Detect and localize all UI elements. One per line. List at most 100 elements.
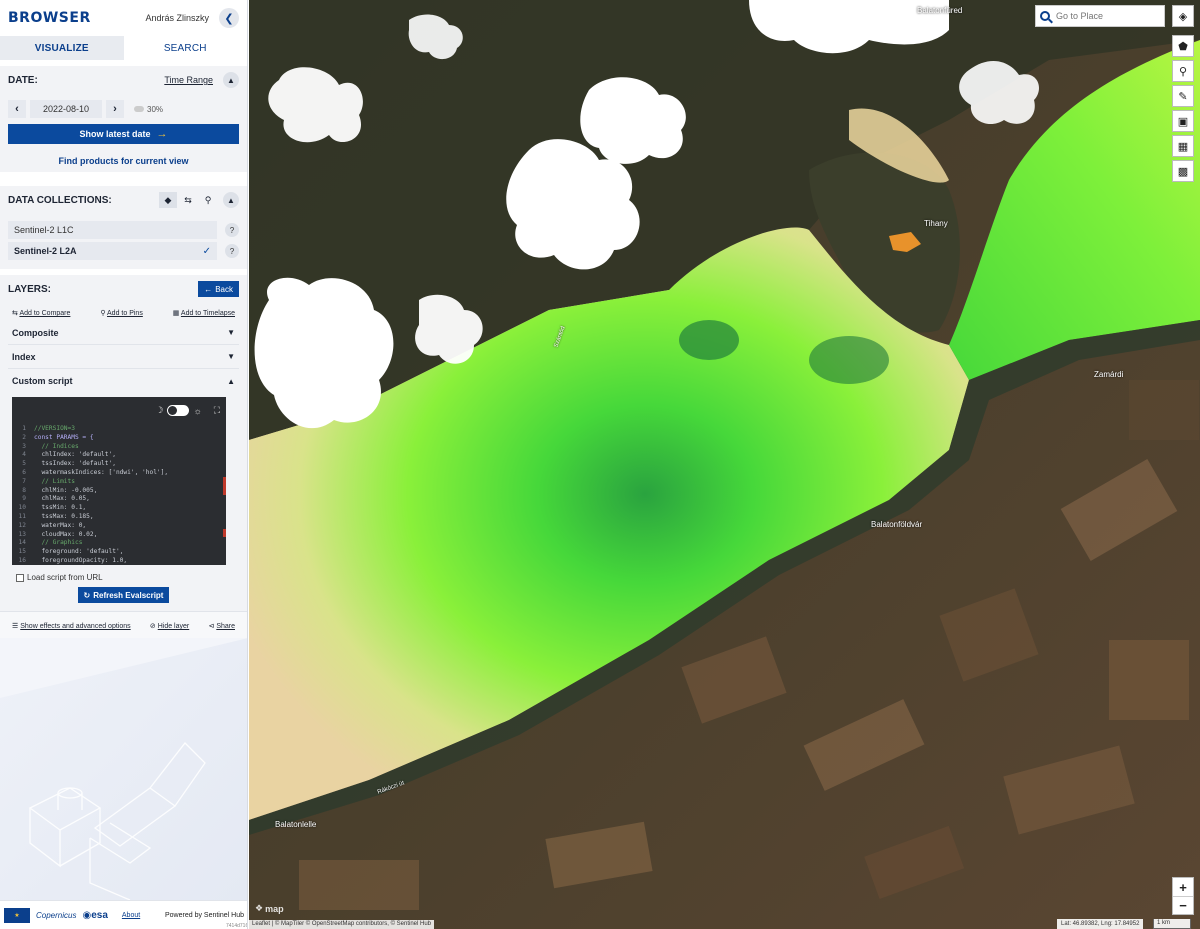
cursor-coordinates: Lat: 46.89382, Lng: 17.84952 [1057,919,1144,929]
layers-section-header: LAYERS: ← Back [0,275,247,303]
show-latest-date-button[interactable]: Show latest date → [8,124,239,144]
code-line: 8 chlMin: -0.005, [12,487,226,496]
collapse-date-button[interactable]: ▲ [223,72,239,88]
line-number: 13 [18,530,26,538]
date-input[interactable]: 2022-08-10 [30,100,102,118]
layers-button[interactable]: ◈ [1172,5,1194,27]
add-to-pins-button[interactable]: ⚲ Add to Pins [100,309,143,317]
user-name[interactable]: András Zlinszky [145,13,209,23]
line-number: 12 [18,521,26,529]
tab-search[interactable]: SEARCH [124,36,248,60]
chevron-up-icon: ▲ [227,195,235,205]
zoom-in-button[interactable]: + [1173,878,1193,896]
line-number: 4 [22,451,26,459]
line-code: foreground: 'default', [34,548,124,556]
collapse-sidebar-button[interactable]: ❮ [219,8,239,28]
load-script-url[interactable]: Load script from URL [0,565,247,582]
zoom-out-button[interactable]: − [1173,896,1193,914]
measure-button[interactable]: ✎ [1172,85,1194,107]
previous-date-button[interactable]: ‹ [8,100,26,118]
draw-polygon-button[interactable]: ⬟ [1172,35,1194,57]
collection-sentinel-2-l1c[interactable]: Sentinel-2 L1C [8,221,217,239]
map-attribution[interactable]: Leaflet | © MapTiler © OpenStreetMap con… [249,920,435,929]
pin-icon: ⚲ [100,310,106,317]
timelapse-button[interactable]: ▦ [1172,135,1194,157]
cloud-coverage[interactable]: 30% [134,105,163,114]
date-section-header: DATE: Time Range ▲ [0,66,247,94]
share-button[interactable]: ⊲ Share [208,622,235,630]
eye-slash-icon: ⊘ [149,623,156,630]
line-code: chlIndex: 'default', [34,451,116,459]
place-search-input[interactable] [1056,11,1146,21]
editor-scroll-marker [223,477,226,495]
refresh-icon: ↻ [83,590,91,600]
code-line: 16 foregroundOpacity: 1.0, [12,557,226,565]
load-url-checkbox[interactable] [16,573,24,582]
map-marker-icon: ⚲ [1178,65,1188,78]
find-products-link[interactable]: Find products for current view [0,156,247,166]
accordion-label: Composite [12,327,59,338]
help-icon[interactable]: ? [225,244,239,258]
line-code: waterMax: 0, [34,521,87,529]
place-search[interactable] [1035,5,1165,27]
line-number: 2 [22,433,26,441]
add-to-compare-button[interactable]: ⇆ Add to Compare [12,309,70,317]
code-content[interactable]: 1 //VERSION=3 2 const PARAMS = {3 // Indice… [12,425,226,565]
show-effects-button[interactable]: ☰ Show effects and advanced options [12,622,131,630]
maptiler-logo[interactable]: ❖ map [255,903,284,914]
editor-scroll-marker [223,529,226,537]
line-number: 6 [22,468,26,476]
eu-flag-icon: ★ [4,907,30,923]
collapse-collections-button[interactable]: ▲ [223,192,239,208]
layer-bottom-actions: ☰ Show effects and advanced options ⊘ Hi… [0,611,247,640]
tab-visualize[interactable]: VISUALIZE [0,36,124,60]
hide-layer-button[interactable]: ⊘ Hide layer [150,622,189,630]
place-label: Tihany [924,219,948,228]
esa-logo[interactable]: ◉esa [82,910,107,921]
editor-toolbar: ☽ ☼ ⛶ [155,405,220,416]
layers-title: LAYERS: [8,283,51,295]
layers-view-button[interactable]: ◆ [159,192,177,208]
code-line: 2 const PARAMS = { [12,434,226,443]
layer-actions: ⇆ Add to Compare ⚲ Add to Pins ▦ Add to … [0,303,247,321]
line-code: tssMax: 0.185, [34,512,94,520]
pins-view-button[interactable]: ⚲ [199,192,217,208]
accordion-index[interactable]: Index ▼ [8,345,239,369]
code-editor[interactable]: ☽ ☼ ⛶ 1 //VERSION=3 2 const PARAMS = {3 // … [12,397,226,565]
line-number: 3 [22,442,26,450]
date-panel: ‹ 2022-08-10 › 30% Show latest date → Fi… [0,94,247,172]
copernicus-logo[interactable]: Copernicus [36,911,76,920]
code-line: 3 // Indices [12,443,226,452]
add-to-timelapse-button[interactable]: ▦ Add to Timelapse [173,309,235,317]
back-button[interactable]: ← Back [198,281,239,297]
code-line: 1 //VERSION=3 [12,425,226,434]
line-number: 15 [18,548,26,556]
line-code: tssMin: 0.1, [34,504,87,512]
place-label: Balatonföldvár [871,520,923,529]
refresh-evalscript-button[interactable]: ↻ Refresh Evalscript [77,587,170,603]
time-range-link[interactable]: Time Range [164,75,213,85]
help-icon[interactable]: ? [225,223,239,237]
swap-icon: ⇆ [184,194,192,205]
statistics-button[interactable]: ▩ [1172,160,1194,182]
line-number: 1 [22,425,26,432]
map-view[interactable]: Balatonfüred Tihany Szántód Zamárdi Bala… [249,0,1200,929]
next-date-button[interactable]: › [106,100,124,118]
accordion-composite[interactable]: Composite ▼ [8,321,239,345]
compare-view-button[interactable]: ⇆ [179,192,197,208]
date-title: DATE: [8,74,38,86]
cloud-coverage-value: 30% [147,104,164,114]
line-code: //VERSION=3 [34,425,75,432]
theme-toggle[interactable] [167,405,190,416]
location-button[interactable]: ⚲ [1172,60,1194,82]
fullscreen-icon[interactable]: ⛶ [214,405,220,416]
about-link[interactable]: About [122,912,140,919]
moon-icon: ☽ [155,405,164,415]
code-line: 10 tssMin: 0.1, [12,504,226,513]
collections-list: Sentinel-2 L1C ? Sentinel-2 L2A ✓ ? [0,214,247,269]
line-number: 5 [22,460,26,468]
accordion-custom-script[interactable]: Custom script ▲ [8,369,239,393]
collection-sentinel-2-l2a[interactable]: Sentinel-2 L2A ✓ [8,242,217,260]
download-image-button[interactable]: ▣ [1172,110,1194,132]
code-line: 6 watermaskIndices: ['ndwi', 'hol'], [12,469,226,478]
